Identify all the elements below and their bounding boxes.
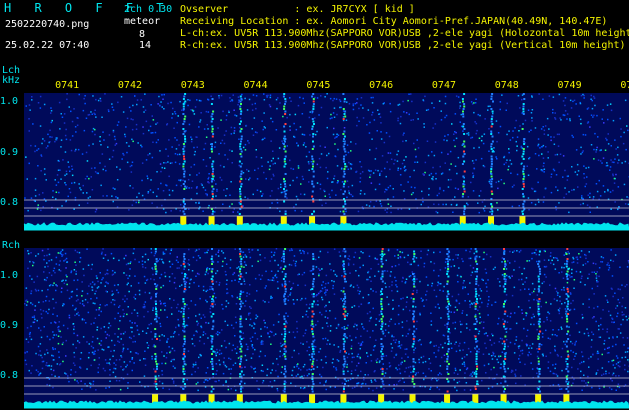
- spectrogram-background: [24, 93, 629, 230]
- rch-spectrogram: [23, 248, 629, 409]
- lch-spectrogram: [23, 93, 629, 231]
- spectrogram-canvas: [23, 93, 629, 409]
